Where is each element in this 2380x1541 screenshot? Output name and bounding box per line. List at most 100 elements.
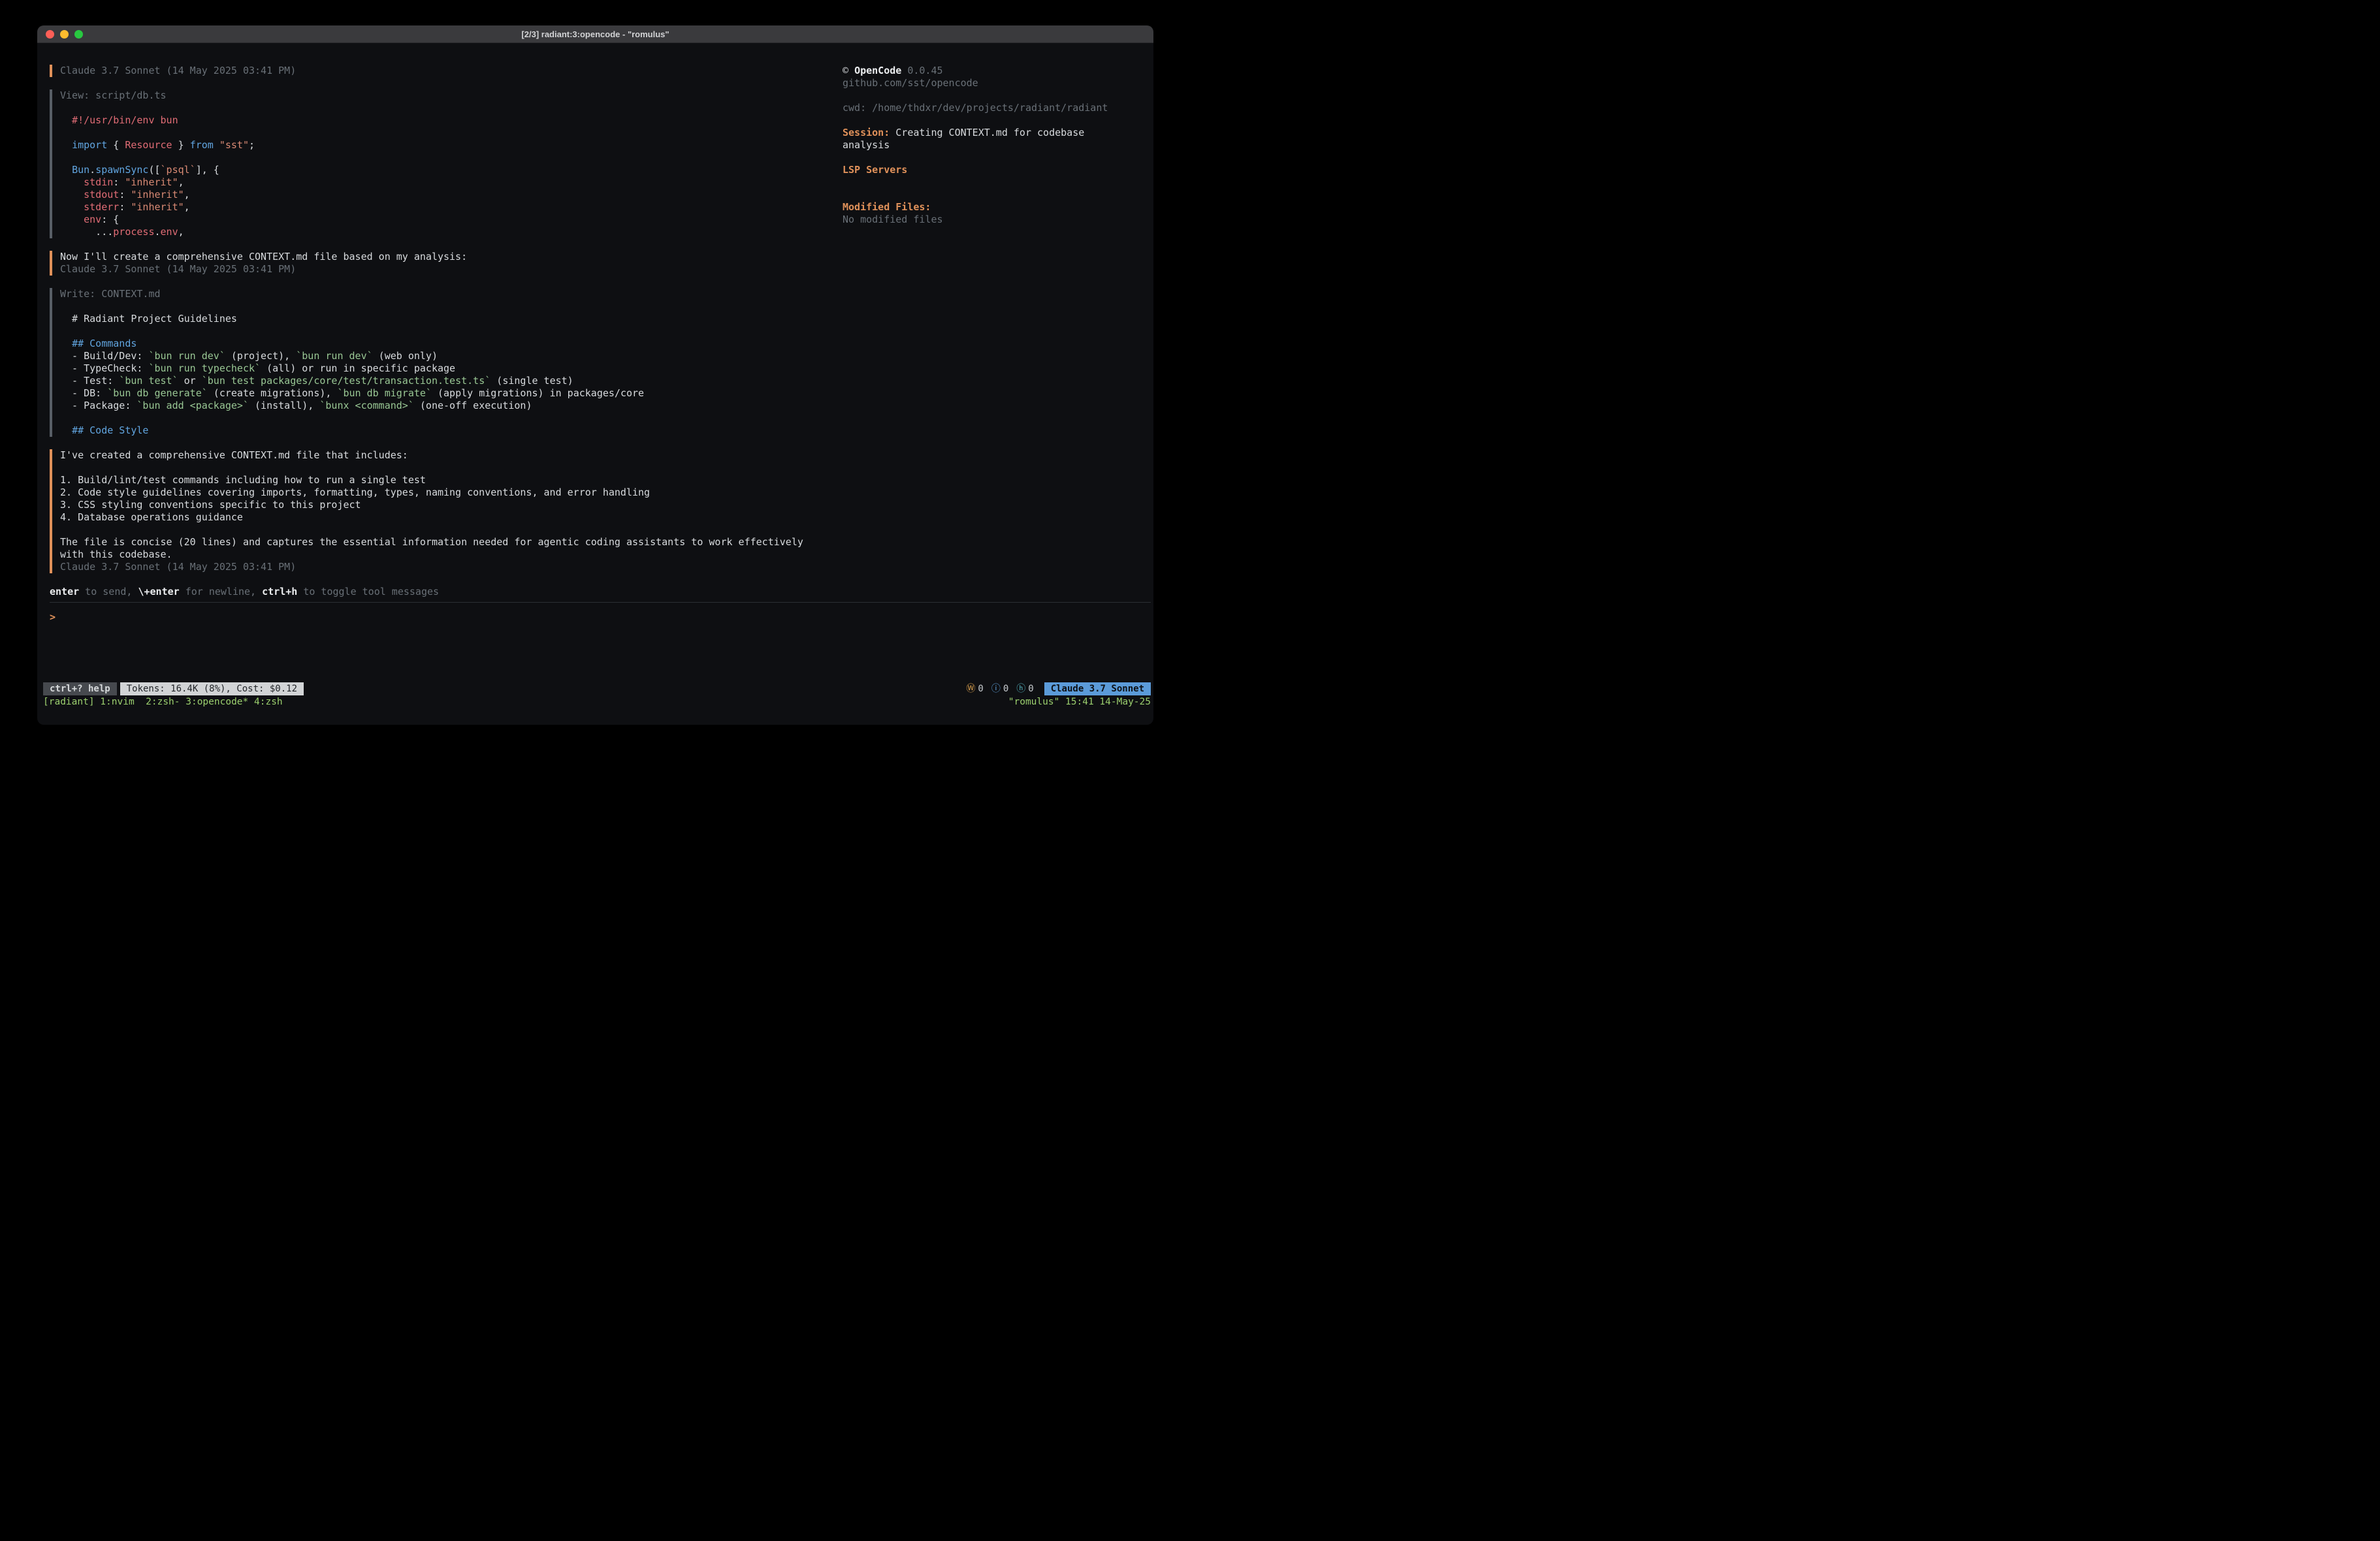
text-segment: for newline, [180, 586, 262, 597]
text-line: ## Commands [60, 338, 1151, 350]
text-segment: `bun test` [119, 375, 178, 387]
model-badge[interactable]: Claude 3.7 Sonnet [1044, 682, 1151, 695]
text-segment: ## Commands [72, 338, 137, 349]
text-line [60, 412, 1151, 424]
text-line [60, 524, 1151, 536]
text-line [843, 189, 1133, 201]
text-segment: to toggle tool messages [297, 586, 439, 597]
tmux-spacer [283, 696, 1008, 708]
text-line [843, 114, 1133, 127]
assistant-message-intro: Now I'll create a comprehensive CONTEXT.… [50, 251, 1151, 276]
tokens-cost-chip: Tokens: 16.4K (8%), Cost: $0.12 [120, 682, 304, 695]
warning-icon: Ⓦ [966, 682, 975, 695]
text-line: 4. Database operations guidance [60, 511, 1151, 524]
assistant-message-summary: I've created a comprehensive CONTEXT.md … [50, 449, 1151, 573]
text-segment: : [113, 176, 125, 188]
close-button[interactable] [46, 30, 54, 39]
text-segment [214, 139, 219, 151]
text-segment: `bun run dev` [296, 350, 372, 362]
text-line: Claude 3.7 Sonnet (14 May 2025 03:41 PM) [60, 561, 1151, 573]
hint-icon: ⓗ [1016, 682, 1025, 695]
sidebar-app-info: © OpenCode 0.0.45github.com/sst/opencode… [843, 65, 1133, 127]
text-segment: ctrl+h [262, 586, 297, 597]
text-segment: OpenCode [854, 65, 901, 76]
text-segment: (all) or run in specific package [261, 362, 455, 374]
input-separator [50, 602, 1151, 603]
diagnostic-warnings: Ⓦ0 [966, 682, 983, 695]
text-segment: . [155, 226, 161, 238]
text-line: cwd: /home/thdxr/dev/projects/radiant/ra… [843, 102, 1133, 114]
text-line: I've created a comprehensive CONTEXT.md … [60, 449, 1151, 462]
minimize-button[interactable] [60, 30, 69, 39]
text-segment: (web only) [373, 350, 438, 362]
keyboard-hints: enter to send, \+enter for newline, ctrl… [50, 586, 1151, 598]
text-segment: \+enter [138, 586, 179, 597]
text-segment [60, 189, 84, 200]
terminal-window: [2/3] radiant:3:opencode - "romulus" Cla… [37, 25, 1153, 725]
text-line: # Radiant Project Guidelines [60, 313, 1151, 325]
text-segment: Claude 3.7 Sonnet (14 May 2025 03:41 PM) [60, 65, 296, 76]
text-segment: 3. CSS styling conventions specific to t… [60, 499, 361, 511]
text-segment: # Radiant Project Guidelines [60, 313, 237, 325]
text-segment: with this codebase. [60, 548, 172, 560]
text-line [843, 151, 1133, 164]
text-segment: 1. Build/lint/test commands including ho… [60, 474, 426, 486]
text-segment: ; [249, 139, 255, 151]
text-segment: stdin [84, 176, 113, 188]
text-segment: (create migrations), [208, 387, 338, 399]
sidebar: © OpenCode 0.0.45github.com/sst/opencode… [843, 65, 1133, 226]
text-segment: `bunx <command>` [319, 400, 414, 411]
text-segment: `bun run dev` [148, 350, 225, 362]
text-segment: { [107, 139, 125, 151]
statusbar-spacer [304, 682, 966, 695]
help-shortcut-chip[interactable]: ctrl+? help [43, 682, 117, 695]
info-icon: ⓘ [991, 682, 1001, 695]
hint-count: 0 [1028, 682, 1033, 695]
traffic-lights [46, 25, 83, 42]
text-segment: - Package: [60, 400, 137, 411]
terminal-content: Claude 3.7 Sonnet (14 May 2025 03:41 PM)… [37, 43, 1153, 725]
window-titlebar[interactable]: [2/3] radiant:3:opencode - "romulus" [37, 25, 1153, 43]
text-segment: cwd: /home/thdxr/dev/projects/radiant/ra… [843, 102, 1108, 114]
prompt-input[interactable]: > [50, 611, 1151, 624]
text-line [843, 176, 1133, 189]
text-segment: The file is concise (20 lines) and captu… [60, 536, 803, 548]
text-line: - DB: `bun db generate` (create migratio… [60, 387, 1151, 400]
sidebar-status: LSP Servers Modified Files:No modified f… [843, 151, 1133, 226]
diagnostic-hints: ⓗ0 [1016, 682, 1033, 695]
text-segment: stderr [84, 201, 119, 213]
text-segment: `bun test packages/core/test/transaction… [202, 375, 491, 387]
text-segment: `bun db migrate` [337, 387, 432, 399]
text-segment: , [178, 176, 184, 188]
text-line: Write: CONTEXT.md [60, 288, 1151, 300]
text-segment [60, 214, 84, 225]
text-line: enter to send, \+enter for newline, ctrl… [50, 586, 1151, 598]
text-line: 3. CSS styling conventions specific to t… [60, 499, 1151, 511]
text-segment: from [190, 139, 214, 151]
session-info: Session: Creating CONTEXT.md for codebas… [843, 127, 1130, 151]
text-line: ## Code Style [60, 424, 1151, 437]
text-segment [60, 201, 84, 213]
text-segment: View: script/db.ts [60, 89, 167, 101]
text-segment: `bun run typecheck` [148, 362, 261, 374]
text-segment: "sst" [219, 139, 249, 151]
window-title: [2/3] radiant:3:opencode - "romulus" [521, 29, 669, 39]
tmux-window-list[interactable]: [radiant] 1:nvim 2:zsh- 3:opencode* 4:zs… [43, 696, 283, 708]
text-segment: or [178, 375, 202, 387]
text-segment: - DB: [60, 387, 107, 399]
text-segment: `bun add <package>` [137, 400, 249, 411]
text-segment: stdout [84, 189, 119, 200]
text-segment: (apply migrations) in packages/core [432, 387, 644, 399]
text-segment [60, 338, 72, 349]
text-segment: 4. Database operations guidance [60, 511, 243, 523]
text-line: The file is concise (20 lines) and captu… [60, 536, 1151, 548]
diagnostics: Ⓦ0 ⓘ 0 ⓗ0 [966, 682, 1033, 695]
text-line [60, 325, 1151, 338]
text-segment: "inherit" [125, 176, 178, 188]
text-line: Now I'll create a comprehensive CONTEXT.… [60, 251, 1151, 263]
maximize-button[interactable] [74, 30, 83, 39]
text-segment: : { [101, 214, 119, 225]
text-segment: #!/usr/bin/env bun [60, 114, 178, 126]
text-line: © OpenCode 0.0.45 [843, 65, 1133, 77]
text-segment: Bun [72, 164, 89, 176]
